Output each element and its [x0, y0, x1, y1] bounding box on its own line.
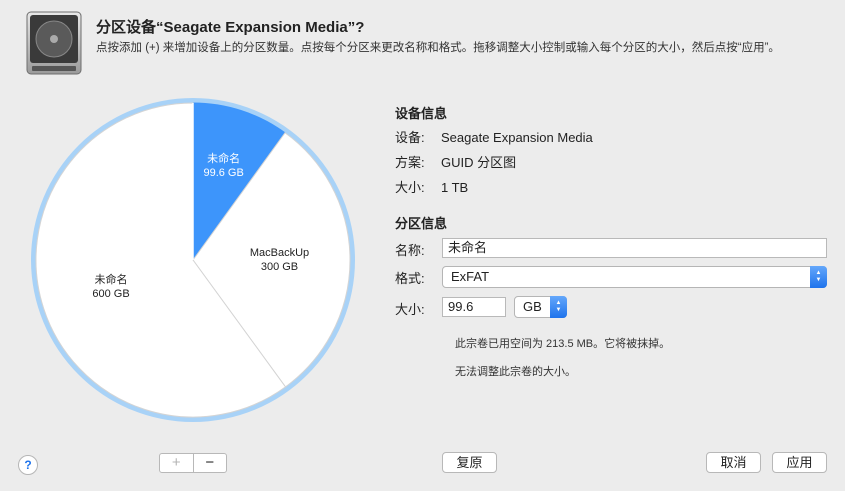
pie-slice-label-0: 未命名 99.6 GB — [203, 152, 243, 180]
partition-name-field[interactable]: 未命名 — [442, 238, 827, 258]
pie-slice-size: 300 GB — [260, 260, 299, 273]
partition-size-field[interactable]: 99.6 — [442, 297, 506, 317]
pie-slice-name: 未命名 — [94, 273, 128, 286]
partition-pie-chart[interactable]: 未命名 99.6 GB MacBackUp 300 GB 未命名 600 GB — [30, 93, 356, 427]
partition-info-title: 分区信息 — [395, 216, 448, 231]
remove-partition-button[interactable]: − — [194, 454, 227, 472]
pie-slice-label-2: 未命名 600 GB — [92, 273, 129, 301]
device-size-row: 大小: 1 TB — [395, 177, 468, 196]
help-button[interactable]: ? — [18, 455, 38, 475]
scheme-value: GUID 分区图 — [441, 155, 517, 170]
hard-disk-icon — [24, 10, 84, 76]
name-label: 名称: — [395, 243, 425, 258]
add-remove-control: + − — [159, 453, 227, 473]
resize-note: 无法调整此宗卷的大小。 — [455, 366, 576, 378]
unit-popup-arrows-icon: ▲ ▼ — [550, 296, 567, 318]
format-popup[interactable]: ExFAT ▲ ▼ — [442, 266, 827, 288]
add-partition-button[interactable]: + — [160, 454, 194, 472]
device-info-title: 设备信息 — [395, 106, 448, 121]
device-row: 设备: Seagate Expansion Media — [395, 127, 593, 146]
dialog-description: 点按添加 (+) 来增加设备上的分区数量。点按每个分区来更改名称和格式。拖移调整… — [96, 42, 780, 54]
pie-slice-size: 99.6 GB — [203, 166, 244, 179]
device-value: Seagate Expansion Media — [441, 130, 593, 145]
format-value: ExFAT — [451, 269, 490, 284]
pie-slice-label-1: MacBackUp 300 GB — [250, 246, 309, 274]
cancel-button[interactable]: 取消 — [706, 452, 761, 473]
format-popup-arrows-icon: ▲ ▼ — [810, 266, 827, 288]
pie-slice-name: MacBackUp — [249, 246, 310, 259]
apply-button[interactable]: 应用 — [772, 452, 827, 473]
used-space-note: 此宗卷已用空间为 213.5 MB。它将被抹掉。 — [455, 338, 671, 350]
unit-popup[interactable]: GB ▲ ▼ — [514, 296, 567, 318]
pie-slice-name: 未命名 — [207, 152, 241, 165]
format-label: 格式: — [395, 271, 425, 286]
revert-button[interactable]: 复原 — [442, 452, 497, 473]
unit-value: GB — [523, 299, 542, 314]
device-size-value: 1 TB — [441, 180, 469, 195]
device-size-label: 大小: — [395, 180, 425, 195]
dialog-title: 分区设备“Seagate Expansion Media”? — [96, 19, 365, 36]
device-label: 设备: — [395, 130, 425, 145]
scheme-row: 方案: GUID 分区图 — [395, 152, 516, 171]
size-label: 大小: — [395, 302, 425, 317]
pie-slice-size: 600 GB — [92, 287, 130, 300]
scheme-label: 方案: — [395, 155, 425, 170]
